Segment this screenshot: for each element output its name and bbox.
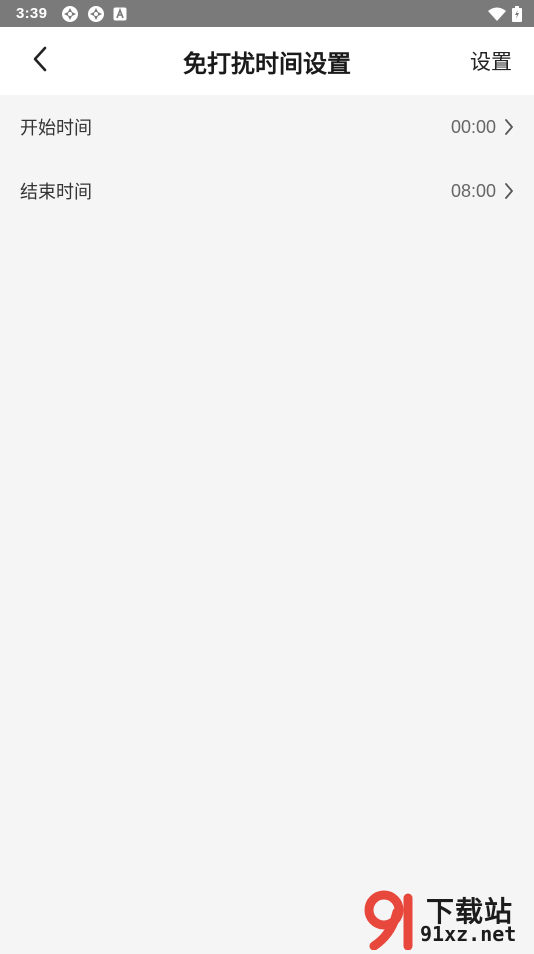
back-button[interactable] (20, 41, 60, 81)
status-time: 3:39 (16, 5, 48, 22)
watermark: 下载站 91xz.net (362, 890, 534, 951)
settings-button[interactable]: 设置 (470, 27, 512, 95)
page-title: 免打扰时间设置 (183, 49, 351, 78)
font-a-icon (113, 7, 127, 21)
wifi-icon (488, 7, 506, 21)
chevron-left-icon (32, 46, 48, 76)
chevron-right-icon (504, 182, 514, 200)
header: 免打扰时间设置 设置 (0, 27, 534, 95)
start-time-value: 00:00 (450, 116, 496, 137)
time-settings-list: 开始时间 00:00 结束时间 08:00 (0, 95, 534, 223)
chevron-right-icon (504, 118, 514, 136)
end-time-label: 结束时间 (20, 182, 92, 203)
watermark-logo-icon (362, 890, 426, 954)
start-time-label: 开始时间 (20, 118, 92, 139)
settings-gear-icon (87, 5, 105, 23)
end-time-value: 08:00 (450, 180, 496, 201)
watermark-url: 91xz.net (420, 922, 517, 946)
start-time-row[interactable]: 开始时间 00:00 (0, 95, 534, 159)
end-time-row[interactable]: 结束时间 08:00 (0, 159, 534, 223)
status-bar: 3:39 (0, 0, 534, 27)
battery-charging-icon (512, 5, 522, 22)
status-icons-left (61, 5, 127, 23)
status-icons-right (488, 5, 522, 22)
settings-gear-icon (61, 5, 79, 23)
